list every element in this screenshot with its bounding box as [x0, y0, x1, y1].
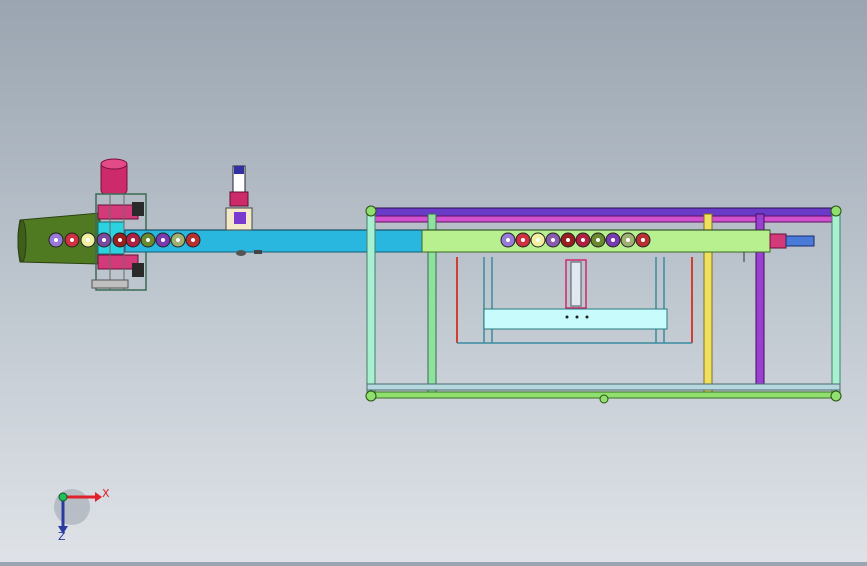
cad-viewport[interactable]: X Z [0, 0, 867, 562]
coordinate-triad [54, 489, 102, 534]
lift-cradle[interactable] [456, 257, 693, 344]
drive-motor[interactable] [91, 158, 147, 291]
assembly-drawing [17, 158, 842, 534]
pusher-cylinder[interactable] [225, 165, 253, 231]
conveyor-track[interactable] [124, 229, 426, 256]
z-axis-label: Z [58, 530, 66, 543]
roll-group-left [48, 232, 201, 248]
x-axis-label: X [102, 487, 110, 500]
